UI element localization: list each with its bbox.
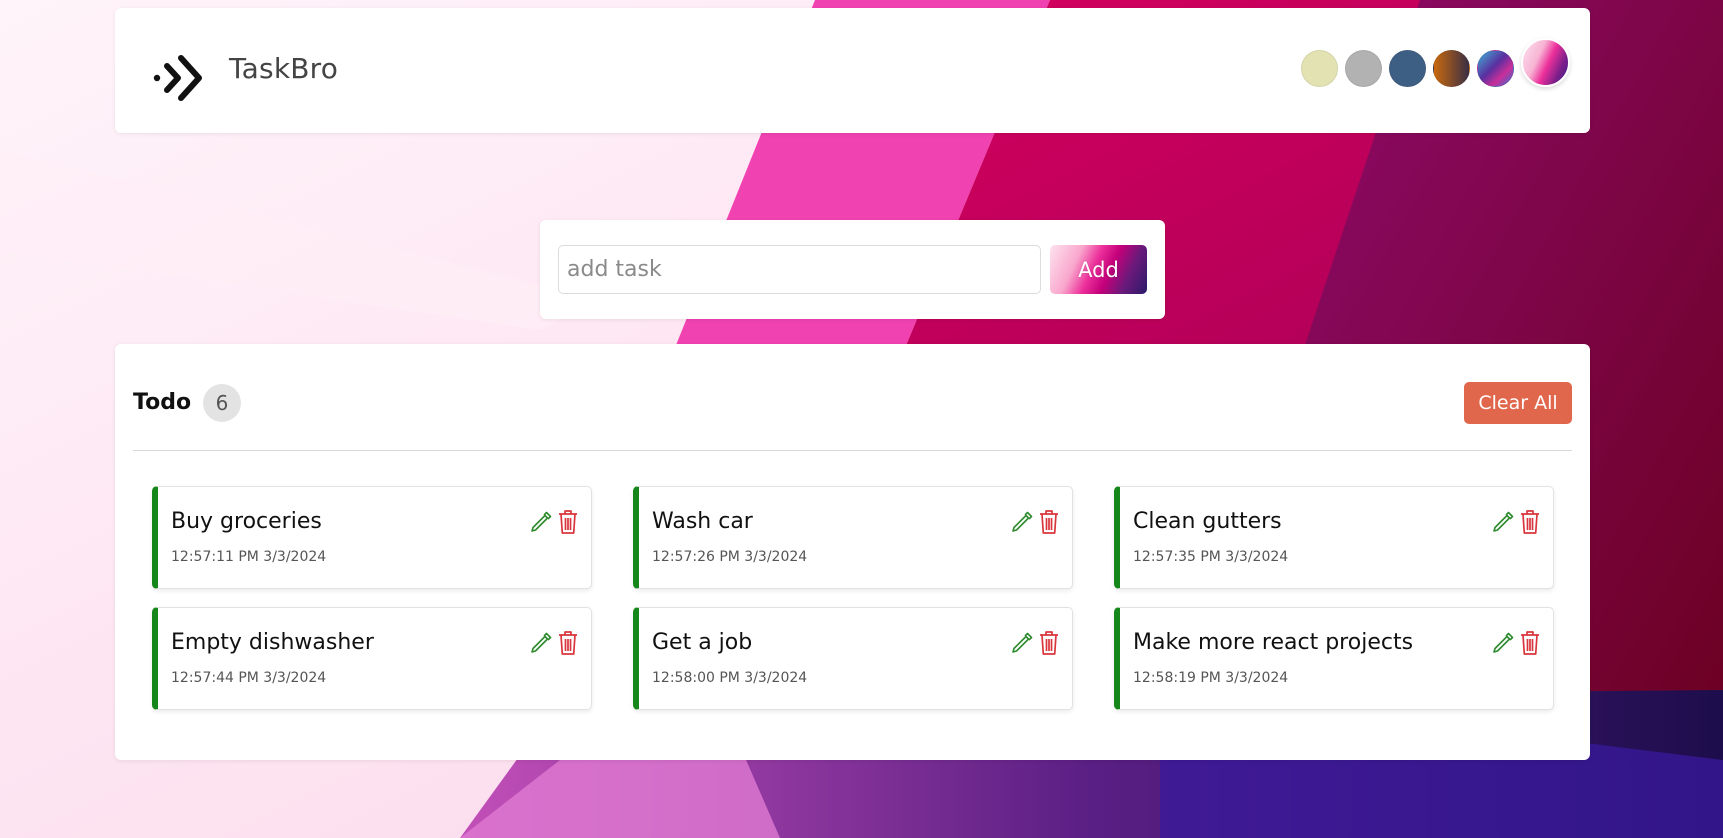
pencil-icon[interactable]	[1491, 510, 1515, 534]
trash-icon[interactable]	[557, 509, 579, 535]
divider	[133, 450, 1572, 451]
task-text: Clean gutters	[1133, 509, 1282, 534]
trash-icon[interactable]	[1519, 630, 1541, 656]
task-text: Wash car	[652, 509, 753, 534]
double-chevron-right-icon	[153, 55, 202, 101]
pencil-icon[interactable]	[1010, 510, 1034, 534]
pencil-icon[interactable]	[1491, 631, 1515, 655]
pencil-icon[interactable]	[529, 631, 553, 655]
task-timestamp: 12:57:35 PM 3/3/2024	[1133, 549, 1289, 565]
trash-icon[interactable]	[557, 630, 579, 656]
brand-name: TaskBro	[229, 52, 339, 85]
task-item: Make more react projects 12:58:19 PM 3/3…	[1114, 607, 1554, 710]
add-task-button[interactable]: Add	[1050, 245, 1147, 294]
clear-all-button[interactable]: Clear All	[1464, 382, 1572, 424]
theme-cream-swatch[interactable]	[1301, 50, 1338, 87]
todo-count-badge: 6	[203, 384, 241, 422]
theme-colorful-swatch[interactable]	[1477, 50, 1514, 87]
theme-picker	[1301, 38, 1570, 87]
theme-orange-swatch[interactable]	[1433, 50, 1470, 87]
task-text: Buy groceries	[171, 509, 322, 534]
trash-icon[interactable]	[1038, 509, 1060, 535]
task-text: Empty dishwasher	[171, 630, 374, 655]
theme-pink-gradient-swatch[interactable]	[1521, 38, 1570, 87]
task-text: Get a job	[652, 630, 753, 655]
pencil-icon[interactable]	[529, 510, 553, 534]
theme-gray-swatch[interactable]	[1345, 50, 1382, 87]
todo-card: Todo 6 Clear All Buy groceries 12:57:11 …	[115, 344, 1590, 760]
app-header: TaskBro	[115, 8, 1590, 133]
task-timestamp: 12:57:44 PM 3/3/2024	[171, 670, 327, 686]
task-timestamp: 12:58:00 PM 3/3/2024	[652, 670, 808, 686]
todo-title: Todo	[133, 390, 192, 415]
task-item: Wash car 12:57:26 PM 3/3/2024	[633, 486, 1073, 589]
task-item: Buy groceries 12:57:11 PM 3/3/2024	[152, 486, 592, 589]
task-text: Make more react projects	[1133, 630, 1414, 655]
pencil-icon[interactable]	[1010, 631, 1034, 655]
add-task-input[interactable]	[558, 245, 1041, 294]
task-timestamp: 12:58:19 PM 3/3/2024	[1133, 670, 1289, 686]
task-timestamp: 12:57:11 PM 3/3/2024	[171, 549, 327, 565]
trash-icon[interactable]	[1519, 509, 1541, 535]
task-timestamp: 12:57:26 PM 3/3/2024	[652, 549, 808, 565]
add-task-card: Add	[540, 220, 1165, 319]
task-item: Get a job 12:58:00 PM 3/3/2024	[633, 607, 1073, 710]
task-item: Clean gutters 12:57:35 PM 3/3/2024	[1114, 486, 1554, 589]
trash-icon[interactable]	[1038, 630, 1060, 656]
task-item: Empty dishwasher 12:57:44 PM 3/3/2024	[152, 607, 592, 710]
theme-slate-blue-swatch[interactable]	[1389, 50, 1426, 87]
